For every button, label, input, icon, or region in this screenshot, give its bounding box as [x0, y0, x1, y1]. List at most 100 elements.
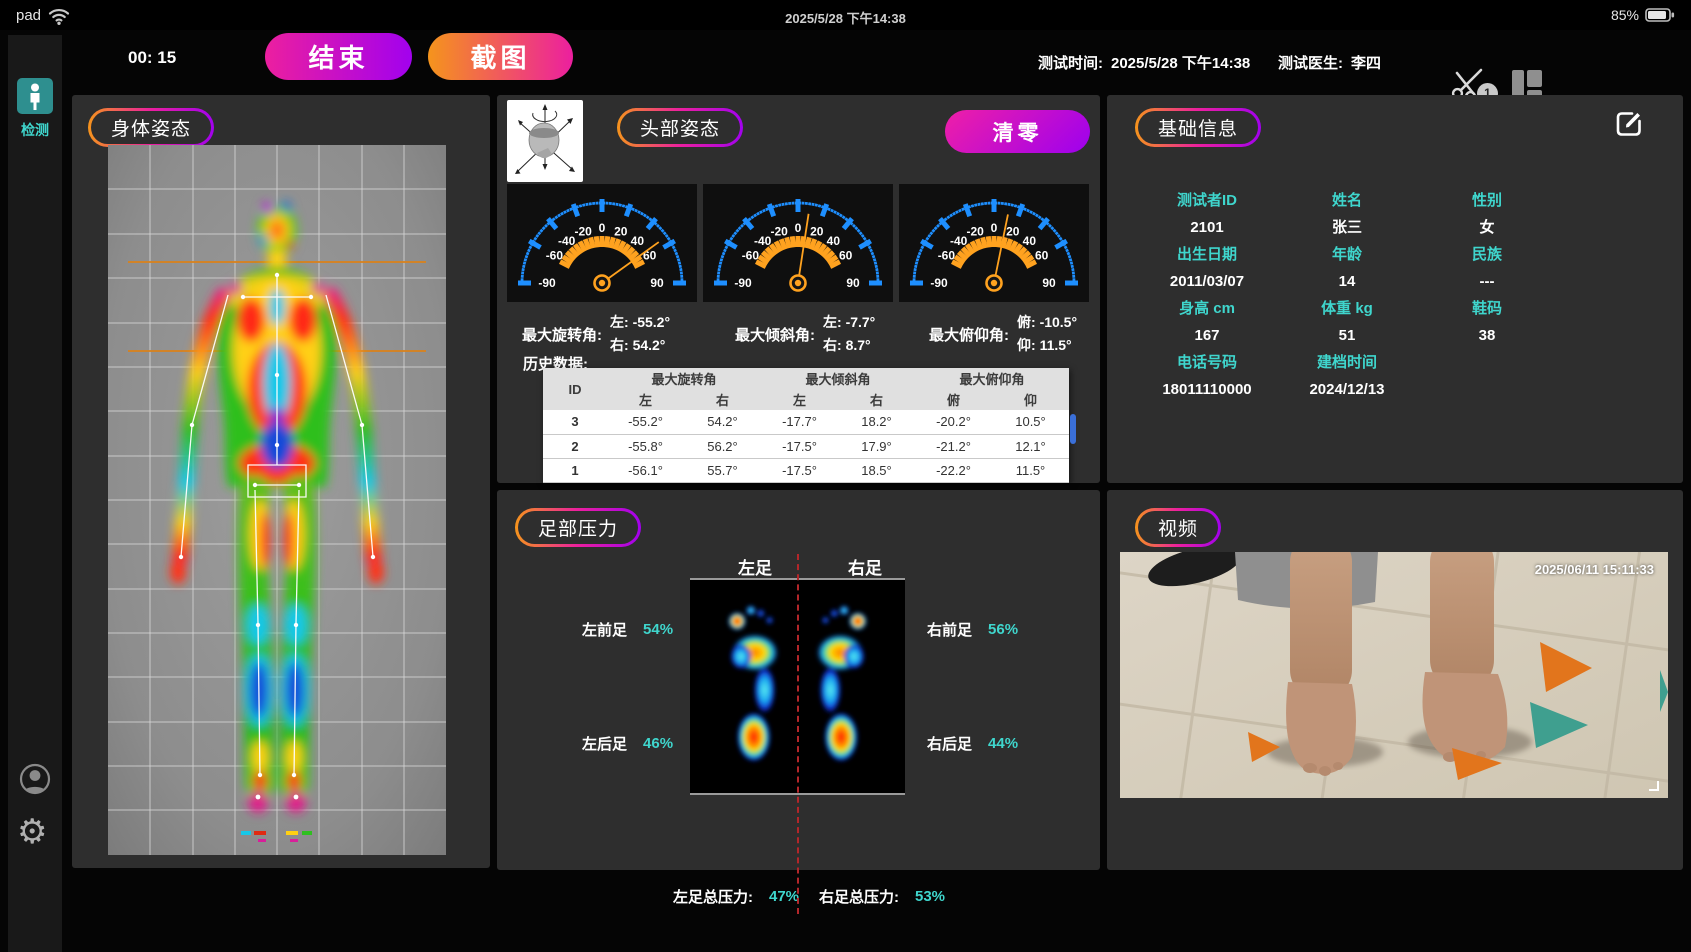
sidebar-item-detect[interactable] [17, 78, 53, 114]
field-value: 18011110000 [1137, 376, 1277, 403]
max-pitch-metric: 最大俯仰角: 俯: -10.5° 仰: 11.5° [929, 311, 1077, 357]
field-label: 建档时间 [1277, 349, 1417, 376]
battery-percent: 85% [1611, 7, 1639, 23]
end-button[interactable]: 结束 [265, 33, 412, 80]
app-root: pad 2025/5/28 下午14:38 85% 检测 [0, 0, 1691, 952]
video-frame[interactable]: 2025/06/11 15:11:33 [1120, 552, 1668, 798]
svg-text:-40: -40 [754, 234, 772, 248]
rotation-gauge: -90-60-40-20020406090 [507, 184, 697, 302]
field-value: 女 [1417, 214, 1557, 241]
basic-info-title-pill: 基础信息 [1135, 108, 1261, 147]
svg-text:90: 90 [1042, 276, 1056, 290]
head-axes-diagram [507, 100, 583, 182]
metric-name: 最大俯仰角: [929, 324, 1009, 345]
field-value: 167 [1137, 322, 1277, 349]
field-value: 51 [1277, 322, 1417, 349]
field-label: 体重 kg [1277, 295, 1417, 322]
svg-text:-60: -60 [938, 249, 956, 263]
edit-icon[interactable] [1613, 108, 1645, 140]
table-row: 3 -55.2°54.2° -17.7°18.2° -20.2°10.5° [543, 410, 1069, 434]
video-title-pill: 视频 [1135, 508, 1221, 547]
field-label: 身高 cm [1137, 295, 1277, 322]
svg-text:-40: -40 [558, 234, 576, 248]
metric-name: 最大倾斜角: [735, 324, 815, 345]
video-title: 视频 [1138, 511, 1218, 544]
svg-text:-90: -90 [734, 276, 752, 290]
max-rotation-metric: 最大旋转角: 左: -55.2° 右: 54.2° [522, 311, 670, 357]
table-row: 1 -56.1°55.7° -17.5°18.5° -22.2°11.5° [543, 458, 1069, 482]
col-group-tilt: 最大倾斜角 [761, 368, 915, 388]
col-group-rotation: 最大旋转角 [607, 368, 761, 388]
body-posture-title-pill: 身体姿态 [88, 108, 214, 147]
foot-pressure-panel: 足部压力 左足 右足 [497, 490, 1100, 870]
history-table-wrap: ID 最大旋转角 最大倾斜角 最大俯仰角 左 右 左 右 俯 仰 3 -55.2… [543, 368, 1069, 483]
user-avatar-icon[interactable] [18, 762, 52, 796]
left-total-pressure: 左足总压力: 47% [673, 886, 799, 907]
status-bar: pad 2025/5/28 下午14:38 85% [0, 0, 1691, 30]
basic-info-title: 基础信息 [1138, 111, 1258, 144]
status-datetime: 2025/5/28 下午14:38 [0, 8, 1691, 27]
field-label: 年龄 [1277, 241, 1417, 268]
body-posture-panel: 身体姿态 [72, 95, 490, 868]
left-rear-quadrant: 左后足 46% [582, 733, 673, 754]
svg-text:40: 40 [1023, 234, 1037, 248]
field-value: 2011/03/07 [1137, 268, 1277, 295]
svg-text:90: 90 [650, 276, 664, 290]
left-front-quadrant: 左前足 54% [582, 619, 673, 640]
field-label: 鞋码 [1417, 295, 1557, 322]
table-scrollbar[interactable] [1070, 414, 1076, 444]
foot-pressure-title-pill: 足部压力 [515, 508, 641, 547]
field-label: 出生日期 [1137, 241, 1277, 268]
video-timestamp: 2025/06/11 15:11:33 [1535, 562, 1654, 577]
svg-text:90: 90 [846, 276, 860, 290]
person-icon [17, 78, 53, 114]
settings-gear-icon[interactable]: ⚙ [17, 813, 47, 851]
field-value: --- [1417, 268, 1557, 295]
col-group-pitch: 最大俯仰角 [915, 368, 1069, 388]
body-thermal-image [108, 145, 446, 855]
fullscreen-corner-icon[interactable] [1644, 776, 1660, 792]
field-value: 张三 [1277, 214, 1417, 241]
svg-text:60: 60 [643, 249, 657, 263]
field-value: 38 [1417, 322, 1557, 349]
test-doctor: 测试医生: 李四 [1278, 52, 1381, 73]
test-time-label: 测试时间: [1038, 52, 1103, 73]
svg-text:60: 60 [1035, 249, 1049, 263]
table-row: 2 -55.8°56.2° -17.5°17.9° -21.2°12.1° [543, 434, 1069, 458]
field-label: 测试者ID [1137, 187, 1277, 214]
sidebar-item-detect-label: 检测 [8, 120, 62, 140]
basic-info-panel: 基础信息 测试者ID 姓名 性别 2101 张三 女 出生日期 年龄 民族 20… [1107, 95, 1683, 483]
svg-text:-60: -60 [546, 249, 564, 263]
foot-divider-line [797, 554, 799, 914]
screenshot-button[interactable]: 截图 [428, 33, 573, 80]
svg-text:0: 0 [991, 221, 998, 235]
svg-text:60: 60 [839, 249, 853, 263]
reset-button[interactable]: 清零 [945, 110, 1090, 153]
video-panel: 视频 [1107, 490, 1683, 870]
foot-pressure-title: 足部压力 [518, 511, 638, 544]
history-table: ID 最大旋转角 最大倾斜角 最大俯仰角 左 右 左 右 俯 仰 3 -55.2… [543, 368, 1069, 483]
right-total-pressure: 右足总压力: 53% [819, 886, 945, 907]
svg-text:0: 0 [795, 221, 802, 235]
max-tilt-metric: 最大倾斜角: 左: -7.7° 右: 8.7° [735, 311, 875, 357]
head-posture-panel: 头部姿态 清零 -90-60-40-20020406090 -90-60-40-… [497, 95, 1100, 483]
field-label: 电话号码 [1137, 349, 1277, 376]
svg-text:-60: -60 [742, 249, 760, 263]
pitch-gauge: -90-60-40-20020406090 [899, 184, 1089, 302]
svg-text:40: 40 [631, 234, 645, 248]
field-label: 性别 [1417, 187, 1557, 214]
col-id: ID [543, 368, 607, 410]
svg-text:40: 40 [827, 234, 841, 248]
svg-text:0: 0 [599, 221, 606, 235]
field-label: 姓名 [1277, 187, 1417, 214]
svg-text:-90: -90 [538, 276, 556, 290]
sidebar: 检测 ⚙ [8, 35, 62, 952]
tilt-gauge: -90-60-40-20020406090 [703, 184, 893, 302]
video-still [1120, 552, 1668, 798]
head-posture-title-pill: 头部姿态 [617, 108, 743, 147]
field-value: 14 [1277, 268, 1417, 295]
field-value: 2101 [1137, 214, 1277, 241]
right-front-quadrant: 右前足 56% [927, 619, 1018, 640]
right-foot-label: 右足 [835, 554, 895, 579]
session-timer: 00: 15 [128, 48, 176, 68]
